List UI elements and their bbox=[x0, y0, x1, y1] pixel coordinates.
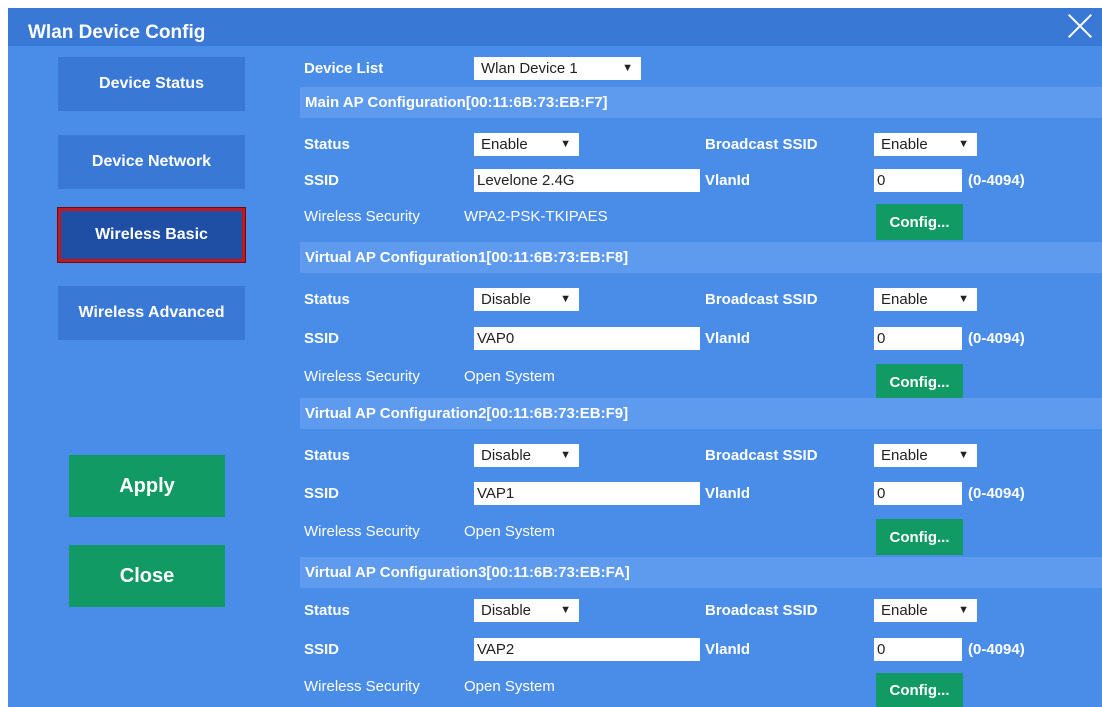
config-button[interactable]: Config... bbox=[876, 364, 963, 400]
security-row: Wireless Security Open System Config... bbox=[304, 515, 1102, 555]
left-margin bbox=[0, 0, 8, 707]
ssid-label: SSID bbox=[304, 485, 340, 502]
section-title: Virtual AP Configuration3[00:11:6B:73:EB… bbox=[305, 564, 630, 581]
sidebar-item-wireless-advanced[interactable]: Wireless Advanced bbox=[58, 286, 245, 340]
status-label: Status bbox=[304, 136, 350, 153]
vlan-range-label: (0-4094) bbox=[968, 485, 1025, 502]
section-virtual-ap-2: Virtual AP Configuration2[00:11:6B:73:EB… bbox=[300, 398, 1102, 429]
status-select[interactable]: Disable ▼ bbox=[474, 599, 579, 622]
chevron-down-icon: ▼ bbox=[958, 604, 969, 616]
status-row: Status Disable ▼ Broadcast SSID Enable ▼ bbox=[304, 283, 1102, 316]
status-select[interactable]: Disable ▼ bbox=[474, 288, 579, 311]
security-row: Wireless Security Open System Config... bbox=[304, 360, 1102, 400]
sidebar-item-device-status[interactable]: Device Status bbox=[58, 57, 245, 111]
section-title: Main AP Configuration[00:11:6B:73:EB:F7] bbox=[305, 94, 608, 111]
section-main-ap: Main AP Configuration[00:11:6B:73:EB:F7] bbox=[300, 87, 1102, 118]
close-button[interactable]: Close bbox=[69, 545, 225, 607]
wireless-security-value: Open System bbox=[464, 523, 555, 540]
ssid-row: SSID VAP2 VlanId 0 (0-4094) bbox=[304, 633, 1102, 666]
broadcast-ssid-label: Broadcast SSID bbox=[705, 136, 818, 153]
chevron-down-icon: ▼ bbox=[560, 449, 571, 461]
chevron-down-icon: ▼ bbox=[560, 293, 571, 305]
ssid-label: SSID bbox=[304, 641, 340, 658]
close-icon[interactable] bbox=[1067, 13, 1093, 39]
vlanid-label: VlanId bbox=[705, 172, 751, 189]
vlanid-input[interactable]: 0 bbox=[874, 482, 962, 505]
top-margin bbox=[0, 0, 1102, 8]
status-select[interactable]: Enable ▼ bbox=[474, 133, 579, 156]
vlan-range-label: (0-4094) bbox=[968, 641, 1025, 658]
wlan-config-dialog: Wlan Device Config Device Status Device … bbox=[0, 0, 1102, 707]
device-list-label: Device List bbox=[304, 60, 384, 77]
broadcast-ssid-label: Broadcast SSID bbox=[705, 602, 818, 619]
ssid-input[interactable]: VAP0 bbox=[474, 327, 700, 350]
apply-button[interactable]: Apply bbox=[69, 455, 225, 517]
chevron-down-icon: ▼ bbox=[958, 138, 969, 150]
broadcast-ssid-select[interactable]: Enable ▼ bbox=[874, 133, 977, 156]
wireless-security-value: Open System bbox=[464, 368, 555, 385]
sidebar-item-device-network[interactable]: Device Network bbox=[58, 135, 245, 189]
status-row: Status Disable ▼ Broadcast SSID Enable ▼ bbox=[304, 594, 1102, 627]
ssid-input[interactable]: Levelone 2.4G bbox=[474, 169, 700, 192]
vlanid-label: VlanId bbox=[705, 330, 751, 347]
section-virtual-ap-3: Virtual AP Configuration3[00:11:6B:73:EB… bbox=[300, 557, 1102, 588]
broadcast-ssid-select[interactable]: Enable ▼ bbox=[874, 599, 977, 622]
security-row: Wireless Security WPA2-PSK-TKIPAES Confi… bbox=[304, 200, 1102, 240]
status-row: Status Disable ▼ Broadcast SSID Enable ▼ bbox=[304, 439, 1102, 472]
ssid-row: SSID VAP1 VlanId 0 (0-4094) bbox=[304, 477, 1102, 510]
status-label: Status bbox=[304, 447, 350, 464]
status-label: Status bbox=[304, 602, 350, 619]
ssid-label: SSID bbox=[304, 330, 340, 347]
vlanid-label: VlanId bbox=[705, 485, 751, 502]
wireless-security-label: Wireless Security bbox=[304, 208, 420, 225]
broadcast-ssid-select[interactable]: Enable ▼ bbox=[874, 288, 977, 311]
vlan-range-label: (0-4094) bbox=[968, 172, 1025, 189]
wireless-security-label: Wireless Security bbox=[304, 523, 420, 540]
config-button[interactable]: Config... bbox=[876, 519, 963, 555]
status-row: Status Enable ▼ Broadcast SSID Enable ▼ bbox=[304, 128, 1102, 161]
chevron-down-icon: ▼ bbox=[622, 62, 633, 74]
security-row: Wireless Security Open System Config... bbox=[304, 670, 1102, 707]
config-button[interactable]: Config... bbox=[876, 204, 963, 240]
ssid-input[interactable]: VAP2 bbox=[474, 638, 700, 661]
broadcast-ssid-label: Broadcast SSID bbox=[705, 291, 818, 308]
device-list-select[interactable]: Wlan Device 1 ▼ bbox=[474, 57, 641, 80]
broadcast-ssid-label: Broadcast SSID bbox=[705, 447, 818, 464]
vlanid-label: VlanId bbox=[705, 641, 751, 658]
wireless-security-value: WPA2-PSK-TKIPAES bbox=[464, 208, 608, 225]
section-title: Virtual AP Configuration1[00:11:6B:73:EB… bbox=[305, 249, 629, 266]
chevron-down-icon: ▼ bbox=[560, 138, 571, 150]
status-select[interactable]: Disable ▼ bbox=[474, 444, 579, 467]
status-label: Status bbox=[304, 291, 350, 308]
vlanid-input[interactable]: 0 bbox=[874, 169, 962, 192]
section-virtual-ap-1: Virtual AP Configuration1[00:11:6B:73:EB… bbox=[300, 242, 1102, 273]
ssid-label: SSID bbox=[304, 172, 340, 189]
wireless-security-label: Wireless Security bbox=[304, 678, 420, 695]
wireless-security-label: Wireless Security bbox=[304, 368, 420, 385]
ssid-row: SSID VAP0 VlanId 0 (0-4094) bbox=[304, 322, 1102, 355]
section-title: Virtual AP Configuration2[00:11:6B:73:EB… bbox=[305, 405, 629, 422]
ssid-input[interactable]: VAP1 bbox=[474, 482, 700, 505]
ssid-row: SSID Levelone 2.4G VlanId 0 (0-4094) bbox=[304, 164, 1102, 197]
vlanid-input[interactable]: 0 bbox=[874, 638, 962, 661]
chevron-down-icon: ▼ bbox=[958, 449, 969, 461]
dialog-title: Wlan Device Config bbox=[28, 22, 206, 43]
vlanid-input[interactable]: 0 bbox=[874, 327, 962, 350]
chevron-down-icon: ▼ bbox=[958, 293, 969, 305]
config-button[interactable]: Config... bbox=[876, 673, 963, 707]
sidebar-item-wireless-basic[interactable]: Wireless Basic bbox=[58, 208, 245, 262]
vlan-range-label: (0-4094) bbox=[968, 330, 1025, 347]
wireless-security-value: Open System bbox=[464, 678, 555, 695]
broadcast-ssid-select[interactable]: Enable ▼ bbox=[874, 444, 977, 467]
chevron-down-icon: ▼ bbox=[560, 604, 571, 616]
device-list-row: Device List Wlan Device 1 ▼ bbox=[304, 52, 1102, 85]
